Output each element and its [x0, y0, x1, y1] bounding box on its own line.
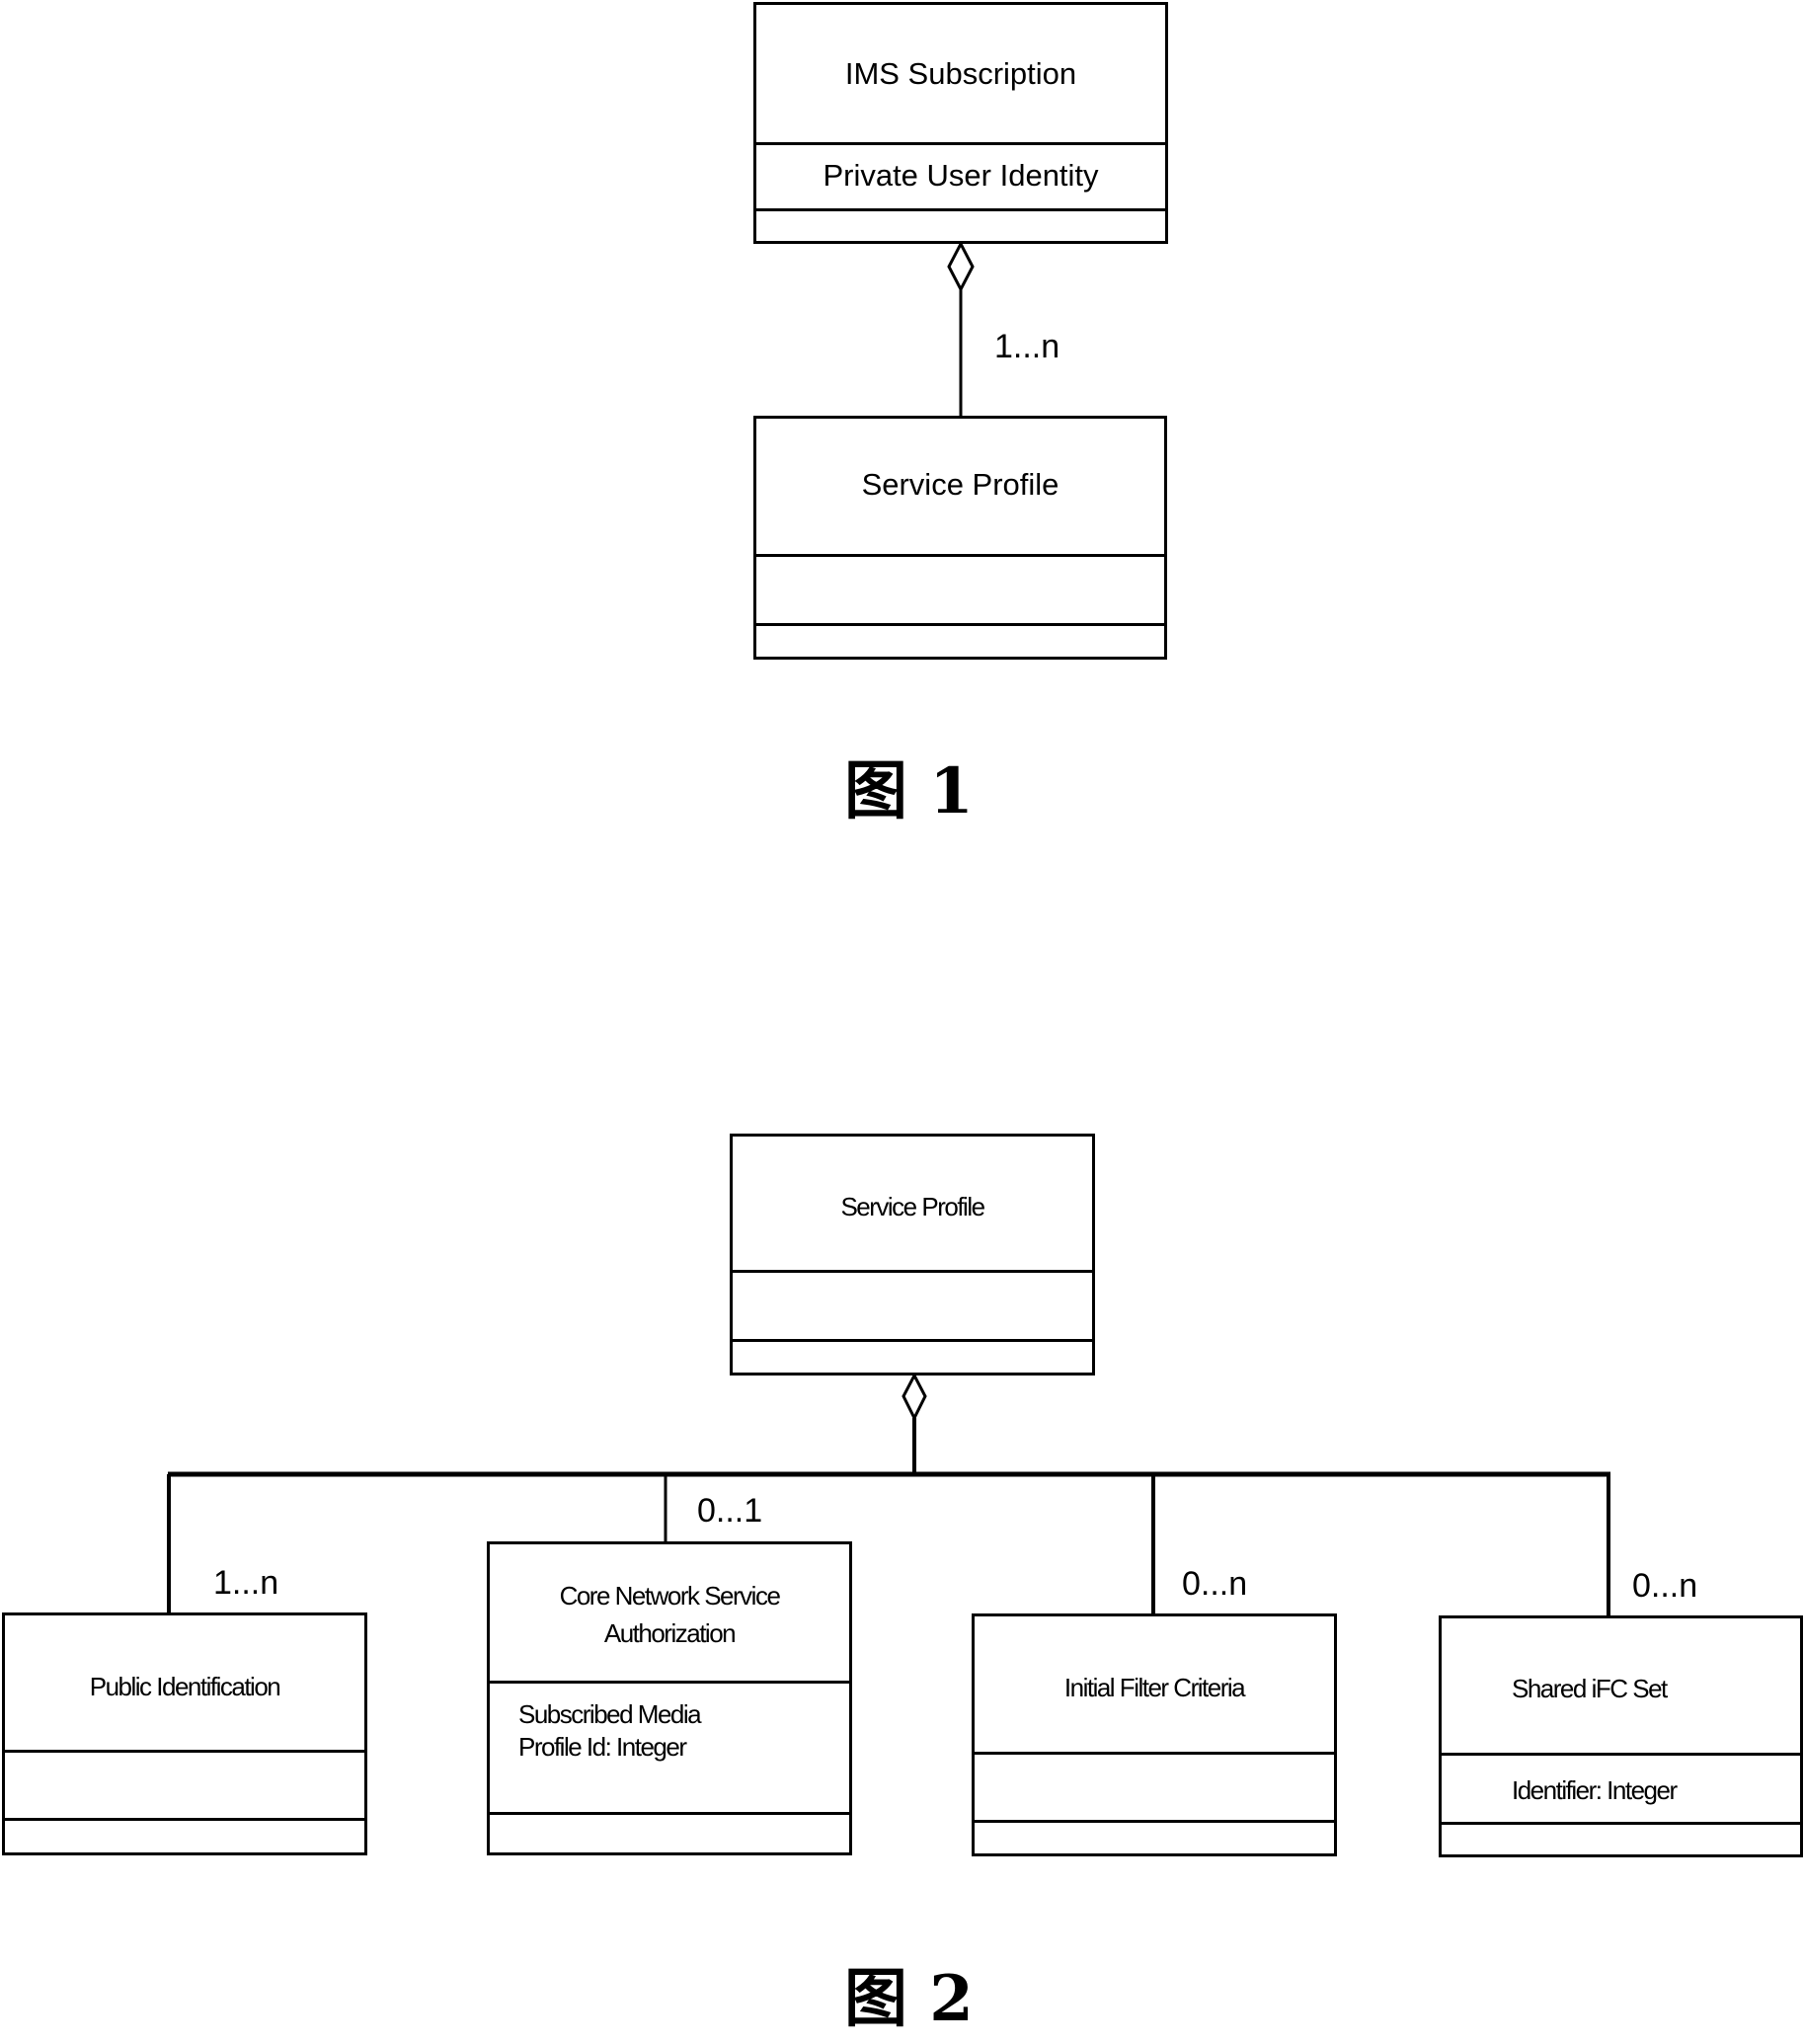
attribute: Subscribed Media — [518, 1699, 702, 1729]
attributes-compartment — [733, 1270, 1092, 1341]
multiplicity-label: 0...n — [1182, 1565, 1248, 1603]
operations-compartment — [756, 208, 1165, 241]
class-service-profile: Service Profile — [730, 1134, 1095, 1376]
class-name: IMS Subscription — [844, 56, 1077, 91]
class-initial-filter-criteria: Initial Filter Criteria — [972, 1613, 1337, 1856]
operations-compartment — [975, 1820, 1334, 1853]
figure-caption: 图 2 — [844, 1962, 974, 2036]
operations-compartment — [756, 623, 1164, 657]
attribute: Profile Id: Integer — [518, 1732, 687, 1762]
operations-compartment — [490, 1812, 849, 1852]
class-name: Initial Filter Criteria — [1063, 1673, 1246, 1702]
class-core-network-service-authorization: Core Network Service Authorization Subsc… — [487, 1541, 852, 1855]
operations-compartment — [5, 1818, 364, 1852]
multiplicity-label: 0...n — [1632, 1567, 1698, 1605]
figure-caption: 图 1 — [844, 754, 974, 828]
aggregation-diamond-icon — [947, 240, 975, 293]
attributes-compartment — [5, 1750, 364, 1820]
attributes-compartment: Subscribed Media Profile Id: Integer — [490, 1681, 849, 1814]
class-service-profile: Service Profile — [753, 416, 1167, 660]
attributes-compartment — [975, 1752, 1334, 1822]
operations-compartment — [733, 1339, 1092, 1373]
class-public-identification: Public Identification — [2, 1612, 367, 1855]
operations-compartment — [1442, 1822, 1800, 1854]
class-shared-ifc-set: Shared iFC Set Identifier: Integer — [1439, 1615, 1803, 1857]
class-name: Shared iFC Set — [1512, 1674, 1668, 1703]
multiplicity-label: 1...n — [994, 328, 1060, 365]
class-name: Authorization — [603, 1618, 737, 1648]
class-ims-subscription: IMS Subscription Private User Identity — [753, 2, 1168, 244]
attributes-compartment — [756, 554, 1164, 625]
class-name: Core Network Service — [559, 1581, 781, 1611]
aggregation-diamond-icon — [902, 1372, 927, 1422]
multiplicity-label: 0...1 — [697, 1492, 763, 1530]
attributes-compartment: Private User Identity — [756, 142, 1165, 210]
class-name: Service Profile — [840, 1192, 985, 1221]
multiplicity-label: 1...n — [213, 1564, 279, 1602]
attributes-compartment: Identifier: Integer — [1442, 1753, 1800, 1824]
class-name: Service Profile — [861, 467, 1059, 502]
attribute: Identifier: Integer — [1512, 1775, 1678, 1805]
class-name: Public Identification — [89, 1672, 281, 1701]
attribute: Private User Identity — [823, 158, 1099, 193]
